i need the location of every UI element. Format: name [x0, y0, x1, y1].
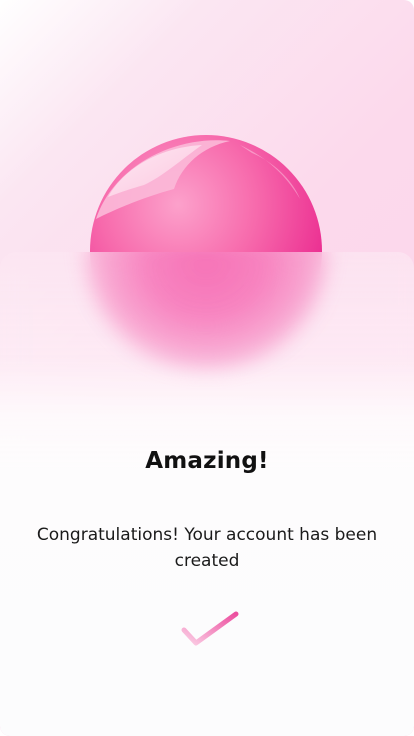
success-title: Amazing! [145, 448, 269, 474]
success-message: Congratulations! Your account has been c… [36, 525, 378, 571]
checkmark-icon [178, 610, 242, 654]
success-screen: Amazing! Congratulations! Your account h… [0, 0, 414, 736]
sphere-reflection [86, 252, 326, 367]
success-card: Amazing! Congratulations! Your account h… [0, 252, 414, 736]
